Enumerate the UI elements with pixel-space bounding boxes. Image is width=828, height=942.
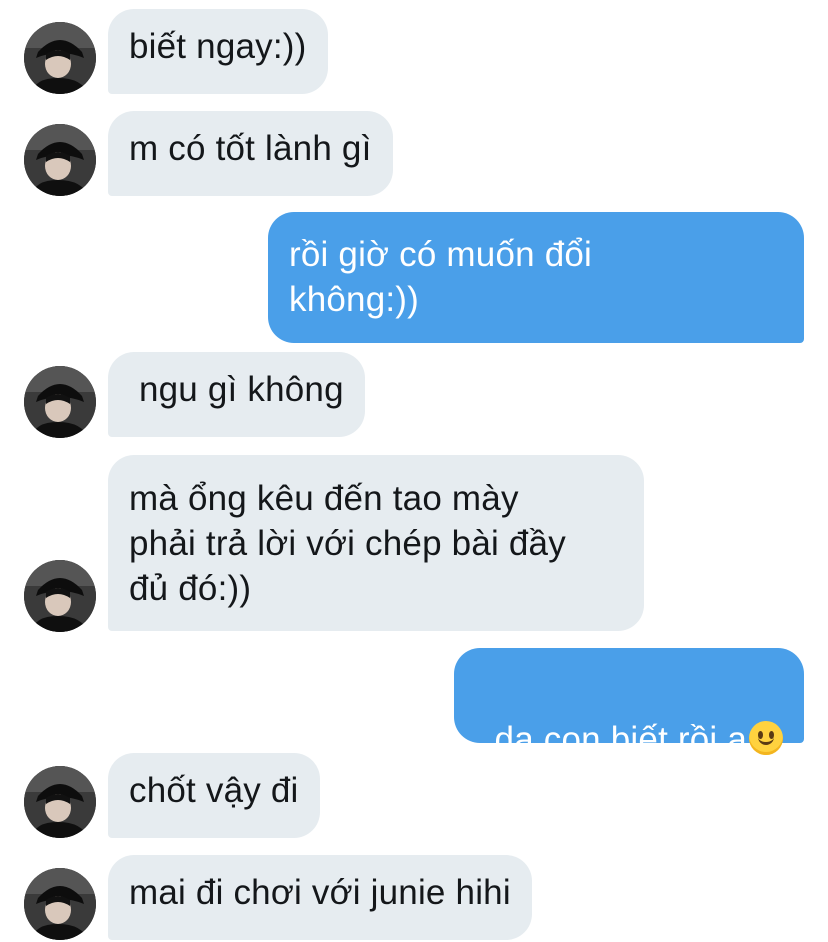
- incoming-message-bubble[interactable]: chốt vậy đi: [108, 753, 320, 838]
- avatar[interactable]: [24, 868, 96, 940]
- user-avatar-icon: [24, 868, 96, 940]
- incoming-message-bubble[interactable]: biết ngay:)): [108, 9, 328, 94]
- user-avatar-icon: [24, 560, 96, 632]
- slightly-smiling-face-icon: [749, 721, 783, 755]
- outgoing-message-bubble[interactable]: rồi giờ có muốn đổi không:)): [268, 212, 804, 343]
- user-avatar-icon: [24, 22, 96, 94]
- user-avatar-icon: [24, 366, 96, 438]
- incoming-message-bubble[interactable]: m có tốt lành gì: [108, 111, 393, 196]
- message-text: dạ con biết rồi ạ: [494, 720, 747, 759]
- incoming-message-bubble[interactable]: ngu gì không: [108, 352, 365, 437]
- incoming-message-bubble[interactable]: mà ổng kêu đến tao mày phải trả lời với …: [108, 455, 644, 631]
- outgoing-message-bubble[interactable]: dạ con biết rồi ạ: [453, 648, 804, 759]
- incoming-message-bubble[interactable]: mai đi chơi với junie hihi: [108, 855, 532, 940]
- avatar[interactable]: [24, 22, 96, 94]
- avatar[interactable]: [24, 560, 96, 632]
- user-avatar-icon: [24, 766, 96, 838]
- avatar[interactable]: [24, 124, 96, 196]
- user-avatar-icon: [24, 124, 96, 196]
- avatar[interactable]: [24, 766, 96, 838]
- avatar[interactable]: [24, 366, 96, 438]
